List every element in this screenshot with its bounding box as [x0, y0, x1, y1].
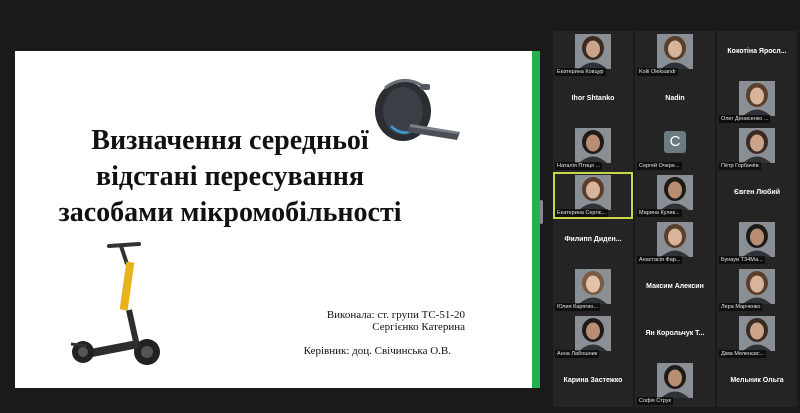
- participant-tile[interactable]: Nadin: [635, 78, 715, 125]
- author-credits: Виконала: ст. групи ТС-51-20 Сергієнко К…: [265, 309, 465, 333]
- participant-name: Бунауи ТЗ4Ма...: [719, 256, 765, 264]
- participant-name: Пётр Горбачёв: [719, 162, 761, 170]
- participant-tile[interactable]: Анастасія Фар...: [635, 219, 715, 266]
- participant-video: [657, 222, 693, 257]
- participant-tile[interactable]: Мельник Ольга: [717, 360, 797, 407]
- participant-name: Кокотіна Яросл...: [727, 48, 787, 55]
- participant-video: [575, 34, 611, 69]
- author-group: Виконала: ст. групи ТС-51-20: [326, 309, 465, 321]
- panel-resize-handle[interactable]: [540, 200, 543, 224]
- participant-video: [657, 363, 693, 398]
- participant-name: Kolii Oleksandr: [637, 68, 678, 76]
- participants-gallery: Екатерина Ковцур Kolii Oleksandr Кокотіна …: [551, 31, 800, 413]
- participant-tile[interactable]: Євген Любий: [717, 172, 797, 219]
- title-line-3: засобами мікромобільності: [58, 197, 402, 228]
- participant-name: Діма Меленєвс...: [719, 350, 767, 358]
- title-line-2: відстані пересування: [96, 161, 364, 192]
- participant-tile[interactable]: Карина Застежко: [553, 360, 633, 407]
- participant-name: Екатерина Ковцур: [555, 68, 606, 76]
- supervisor-text: Керівник: доц. Свічинська О.В.: [303, 345, 451, 357]
- author-name: Сергієнко Катерина: [372, 321, 465, 333]
- participant-name: Євген Любий: [734, 189, 780, 196]
- participant-name: Наталія Птиця ...: [555, 162, 603, 170]
- participant-tile[interactable]: Екатерина Сергіє...: [553, 172, 633, 219]
- participant-video: [739, 269, 775, 304]
- participant-tile[interactable]: Пётр Горбачёв: [717, 125, 797, 172]
- participant-name: Лера Марченко: [719, 303, 763, 311]
- participant-tile[interactable]: Кокотіна Яросл...: [717, 31, 797, 78]
- participant-name: Карина Застежко: [563, 377, 623, 384]
- participant-name: Мельник Ольга: [730, 377, 784, 384]
- participant-tile[interactable]: Наталія Птиця ...: [553, 125, 633, 172]
- title-line-1: Визначення середньої: [91, 125, 369, 156]
- participant-video: [739, 222, 775, 257]
- participant-tile[interactable]: Ihor Shtanko: [553, 78, 633, 125]
- kick-scooter-image: [70, 242, 160, 365]
- participant-video: [575, 316, 611, 351]
- participant-tile[interactable]: Марина Кулик...: [635, 172, 715, 219]
- participant-video: [657, 34, 693, 69]
- participant-tile[interactable]: Діма Меленєвс...: [717, 313, 797, 360]
- participant-tile[interactable]: C Сергей Очере...: [635, 125, 715, 172]
- share-indicator-bar: [532, 51, 540, 388]
- participant-name: Олег Денисенко ...: [719, 115, 771, 123]
- participant-name: Анна Лабошник: [555, 350, 600, 358]
- participant-tile[interactable]: Ян Корольчук Т...: [635, 313, 715, 360]
- participant-name: Софія Струк: [637, 397, 673, 405]
- participant-tile[interactable]: Филипп Диден...: [553, 219, 633, 266]
- participant-tile[interactable]: Максим Алексин: [635, 266, 715, 313]
- participant-tile[interactable]: Бунауи ТЗ4Ма...: [717, 219, 797, 266]
- participant-name: Анастасія Фар...: [637, 256, 683, 264]
- participant-name: Максим Алексин: [646, 283, 704, 290]
- participant-name: Юлия Карягин...: [555, 303, 601, 311]
- participant-name: Nadin: [665, 95, 685, 102]
- participant-video: [739, 128, 775, 163]
- avatar: C: [664, 131, 686, 153]
- participant-tile[interactable]: Юлия Карягин...: [553, 266, 633, 313]
- participant-name: Екатерина Сергіє...: [555, 209, 609, 217]
- participant-video: [575, 128, 611, 163]
- participant-name: Марина Кулик...: [637, 209, 682, 217]
- participant-video: [739, 316, 775, 351]
- participant-tile[interactable]: Kolii Oleksandr: [635, 31, 715, 78]
- participant-tile[interactable]: Олег Денисенко ...: [717, 78, 797, 125]
- participant-name: Филипп Диден...: [564, 236, 622, 243]
- participant-tile[interactable]: Софія Струк: [635, 360, 715, 407]
- shared-screen: Визначення середньої відстані пересуванн…: [0, 0, 545, 413]
- participant-name: Сергей Очере...: [637, 162, 682, 170]
- participant-video: [739, 81, 775, 116]
- participant-video: [575, 175, 611, 210]
- participant-tile[interactable]: Екатерина Ковцур: [553, 31, 633, 78]
- participant-tile[interactable]: Лера Марченко: [717, 266, 797, 313]
- participant-video: [657, 175, 693, 210]
- participant-name: Ihor Shtanko: [571, 95, 615, 102]
- slide-title: Визначення середньої відстані пересуванн…: [35, 123, 425, 231]
- participant-video: [575, 269, 611, 304]
- participant-name: Ян Корольчук Т...: [645, 330, 705, 337]
- presentation-slide: Визначення середньої відстані пересуванн…: [15, 51, 532, 388]
- participant-tile[interactable]: Анна Лабошник: [553, 313, 633, 360]
